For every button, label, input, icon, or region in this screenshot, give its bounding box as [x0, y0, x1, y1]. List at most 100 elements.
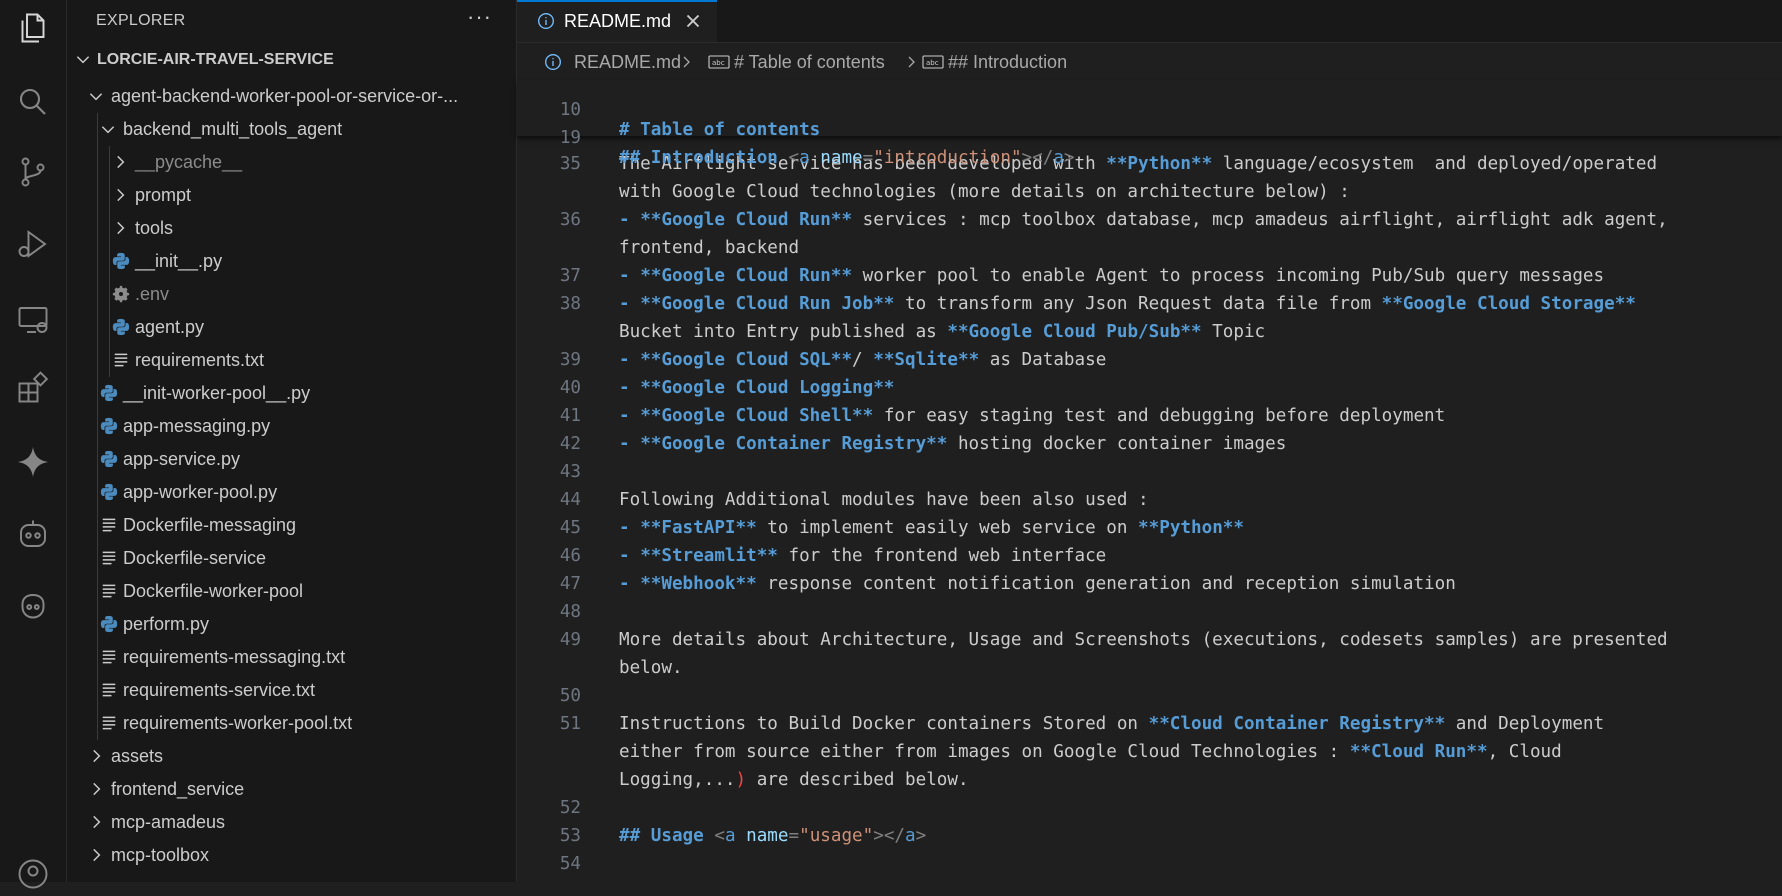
tree-folder[interactable]: backend_multi_tools_agent	[67, 113, 516, 146]
breadcrumb-section-1[interactable]: # Table of contents	[734, 52, 885, 73]
tree-file[interactable]: Dockerfile-messaging	[67, 509, 516, 542]
svg-text:abc: abc	[712, 59, 725, 67]
tree-file[interactable]: requirements-messaging.txt	[67, 641, 516, 674]
string-symbol-icon: abc	[922, 55, 944, 69]
explorer-icon[interactable]	[11, 6, 55, 50]
string-symbol-icon: abc	[708, 55, 730, 69]
python-file-icon	[99, 383, 119, 403]
chevron-right-icon	[111, 219, 129, 237]
chat-agents-icon[interactable]	[11, 585, 55, 629]
tree-folder[interactable]: mcp-toolbox	[67, 839, 516, 872]
account-icon[interactable]	[11, 852, 55, 896]
copilot-icon[interactable]	[11, 512, 55, 556]
tree-item-label: agent-backend-worker-pool-or-service-or-…	[111, 86, 459, 106]
line-number: 54	[559, 854, 581, 874]
line-number: 51	[559, 714, 581, 734]
tree-item-label: perform.py	[123, 614, 210, 634]
sticky-line[interactable]: 10 # Table of contents	[517, 80, 1782, 140]
code-line[interactable]: 40 - **Google Cloud Logging**	[517, 378, 1782, 406]
tree-folder[interactable]: agent-backend-worker-pool-or-service-or-…	[67, 80, 516, 113]
line-content: ## Usage <a name="usage"></a>	[619, 826, 927, 846]
tree-folder[interactable]: prompt	[67, 179, 516, 212]
code-line[interactable]: 53 ## Usage <a name="usage"></a>	[517, 826, 1782, 854]
line-number: 42	[559, 434, 581, 454]
chevron-right-icon	[87, 747, 105, 765]
code-line-wrap[interactable]: either from source either from images on…	[517, 742, 1782, 770]
code-line[interactable]: 46 - **Streamlit** for the frontend web i…	[517, 546, 1782, 574]
code-line[interactable]: 47 - **Webhook** response content notific…	[517, 574, 1782, 602]
tree-folder[interactable]: assets	[67, 740, 516, 773]
tree-file[interactable]: agent.py	[67, 311, 516, 344]
root-folder[interactable]: LORCIE-AIR-TRAVEL-SERVICE	[67, 44, 516, 76]
tree-folder[interactable]: frontend_service	[67, 773, 516, 806]
code-line[interactable]: 39 - **Google Cloud SQL**/ **Sqlite** as …	[517, 350, 1782, 378]
code-line[interactable]: 44 Following Additional modules have been…	[517, 490, 1782, 518]
breadcrumb-file[interactable]: README.md	[574, 52, 681, 73]
tree-file[interactable]: requirements-worker-pool.txt	[67, 707, 516, 740]
sticky-line[interactable]: 19 ## Introduction <a name="introduction…	[517, 108, 1782, 168]
text-file-icon	[99, 647, 119, 667]
code-line[interactable]: 37 - **Google Cloud Run** worker pool to …	[517, 266, 1782, 294]
tree-file[interactable]: Dockerfile-worker-pool	[67, 575, 516, 608]
run-debug-icon[interactable]	[11, 222, 55, 266]
code-line[interactable]: 38 - **Google Cloud Run Job** to transfor…	[517, 294, 1782, 322]
tree-file[interactable]: perform.py	[67, 608, 516, 641]
python-file-icon	[111, 251, 131, 271]
code-line[interactable]: 52	[517, 798, 1782, 826]
tree-file[interactable]: app-service.py	[67, 443, 516, 476]
tree-file[interactable]: requirements.txt	[67, 344, 516, 377]
tree-item-label: app-service.py	[123, 449, 241, 469]
code-line[interactable]: 54	[517, 854, 1782, 882]
tree-item-label: agent.py	[135, 317, 205, 337]
code-line[interactable]: 42 - **Google Container Registry** hostin…	[517, 434, 1782, 462]
tree-folder[interactable]: tools	[67, 212, 516, 245]
tree-file[interactable]: app-worker-pool.py	[67, 476, 516, 509]
chevron-down-icon	[99, 120, 117, 138]
tree-item-label: .env	[135, 284, 170, 304]
line-content: - **Google Container Registry** hosting …	[619, 434, 1287, 454]
tree-file[interactable]: requirements-service.txt	[67, 674, 516, 707]
line-content: - **Streamlit** for the frontend web int…	[619, 546, 1107, 566]
code-line[interactable]: 41 - **Google Cloud Shell** for easy stag…	[517, 406, 1782, 434]
close-icon[interactable]	[682, 10, 704, 32]
search-icon[interactable]	[11, 80, 55, 124]
code-line-wrap[interactable]: with Google Cloud technologies (more det…	[517, 182, 1782, 210]
code-line[interactable]: 43	[517, 462, 1782, 490]
remote-explorer-icon[interactable]	[11, 298, 55, 342]
code-line-wrap[interactable]: frontend, backend	[517, 238, 1782, 266]
code-line[interactable]: 36 - **Google Cloud Run** services : mcp …	[517, 210, 1782, 238]
code-line[interactable]: 49 More details about Architecture, Usage…	[517, 630, 1782, 658]
tree-folder[interactable]: __pycache__	[67, 146, 516, 179]
code-editor[interactable]: 34 35The Airflight service has been deve…	[517, 126, 1782, 882]
source-control-icon[interactable]	[11, 150, 55, 194]
line-content: - **Google Cloud Run** worker pool to en…	[619, 266, 1605, 286]
line-number: 38	[559, 294, 581, 314]
line-content: - **Google Cloud SQL**/ **Sqlite** as Da…	[619, 350, 1107, 370]
tree-file[interactable]: app-messaging.py	[67, 410, 516, 443]
code-line[interactable]: 48	[517, 602, 1782, 630]
gemini-icon[interactable]	[11, 440, 55, 484]
code-line[interactable]: 45 - **FastAPI** to implement easily web …	[517, 518, 1782, 546]
code-line-wrap[interactable]: below.	[517, 658, 1782, 686]
code-line-wrap[interactable]: Logging,...) are described below.	[517, 770, 1782, 798]
tree-file[interactable]: .env	[67, 278, 516, 311]
sticky-scroll: 10 # Table of contents 19 ## Introductio…	[517, 80, 1782, 168]
extensions-icon[interactable]	[11, 366, 55, 410]
code-line[interactable]: 50	[517, 686, 1782, 714]
breadcrumb-section-2[interactable]: ## Introduction	[948, 52, 1067, 73]
more-actions-button[interactable]: ···	[467, 4, 492, 30]
tree-file[interactable]: __init-worker-pool__.py	[67, 377, 516, 410]
activity-bar	[0, 0, 67, 889]
tree-item-label: mcp-toolbox	[111, 845, 210, 865]
tree-folder[interactable]: mcp-amadeus	[67, 806, 516, 839]
tree-item-label: __pycache__	[135, 152, 243, 172]
line-content: More details about Architecture, Usage a…	[619, 630, 1668, 650]
tab-readme[interactable]: README.md	[517, 0, 717, 42]
code-line[interactable]: 51 Instructions to Build Docker container…	[517, 714, 1782, 742]
line-content: Logging,...) are described below.	[619, 770, 969, 790]
tree-file[interactable]: Dockerfile-service	[67, 542, 516, 575]
code-line-wrap[interactable]: Bucket into Entry published as **Google …	[517, 322, 1782, 350]
tree-item-label: tools	[135, 218, 174, 238]
tree-item-label: app-worker-pool.py	[123, 482, 278, 502]
tree-file[interactable]: __init__.py	[67, 245, 516, 278]
